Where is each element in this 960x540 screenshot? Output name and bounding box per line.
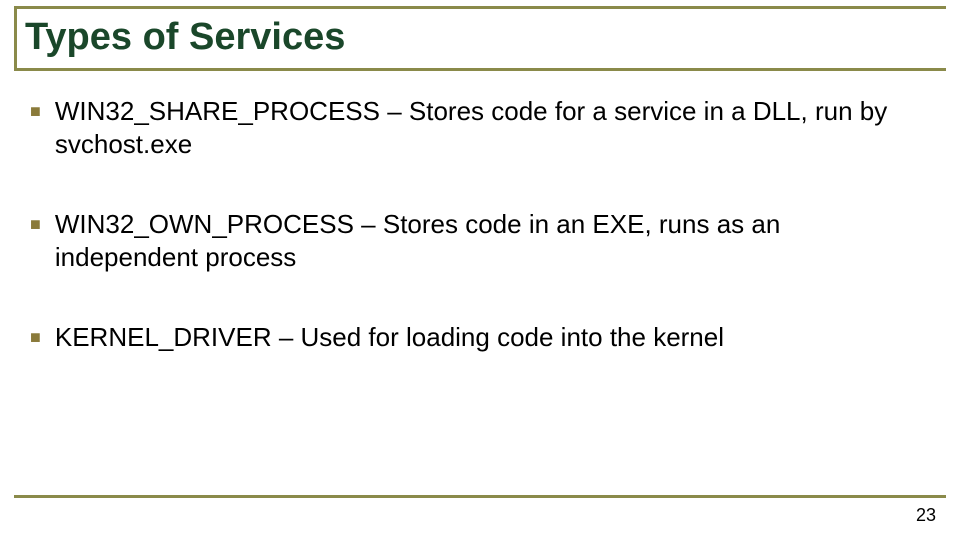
- bullet-text: WIN32_SHARE_PROCESS – Stores code for a …: [55, 95, 930, 160]
- title-underline: [14, 68, 946, 71]
- page-number: 23: [916, 505, 936, 526]
- bullet-icon: ■: [30, 327, 41, 348]
- list-item: ■ WIN32_OWN_PROCESS – Stores code in an …: [30, 208, 930, 273]
- content-area: ■ WIN32_SHARE_PROCESS – Stores code for …: [30, 95, 930, 402]
- bullet-text: KERNEL_DRIVER – Used for loading code in…: [55, 321, 724, 354]
- list-item: ■ KERNEL_DRIVER – Used for loading code …: [30, 321, 930, 354]
- slide: Types of Services ■ WIN32_SHARE_PROCESS …: [0, 0, 960, 540]
- bottom-border-line: [14, 495, 946, 498]
- list-item: ■ WIN32_SHARE_PROCESS – Stores code for …: [30, 95, 930, 160]
- bullet-text: WIN32_OWN_PROCESS – Stores code in an EX…: [55, 208, 930, 273]
- bullet-icon: ■: [30, 214, 41, 235]
- bullet-icon: ■: [30, 101, 41, 122]
- title-container: Types of Services: [14, 6, 353, 71]
- slide-title: Types of Services: [25, 16, 345, 59]
